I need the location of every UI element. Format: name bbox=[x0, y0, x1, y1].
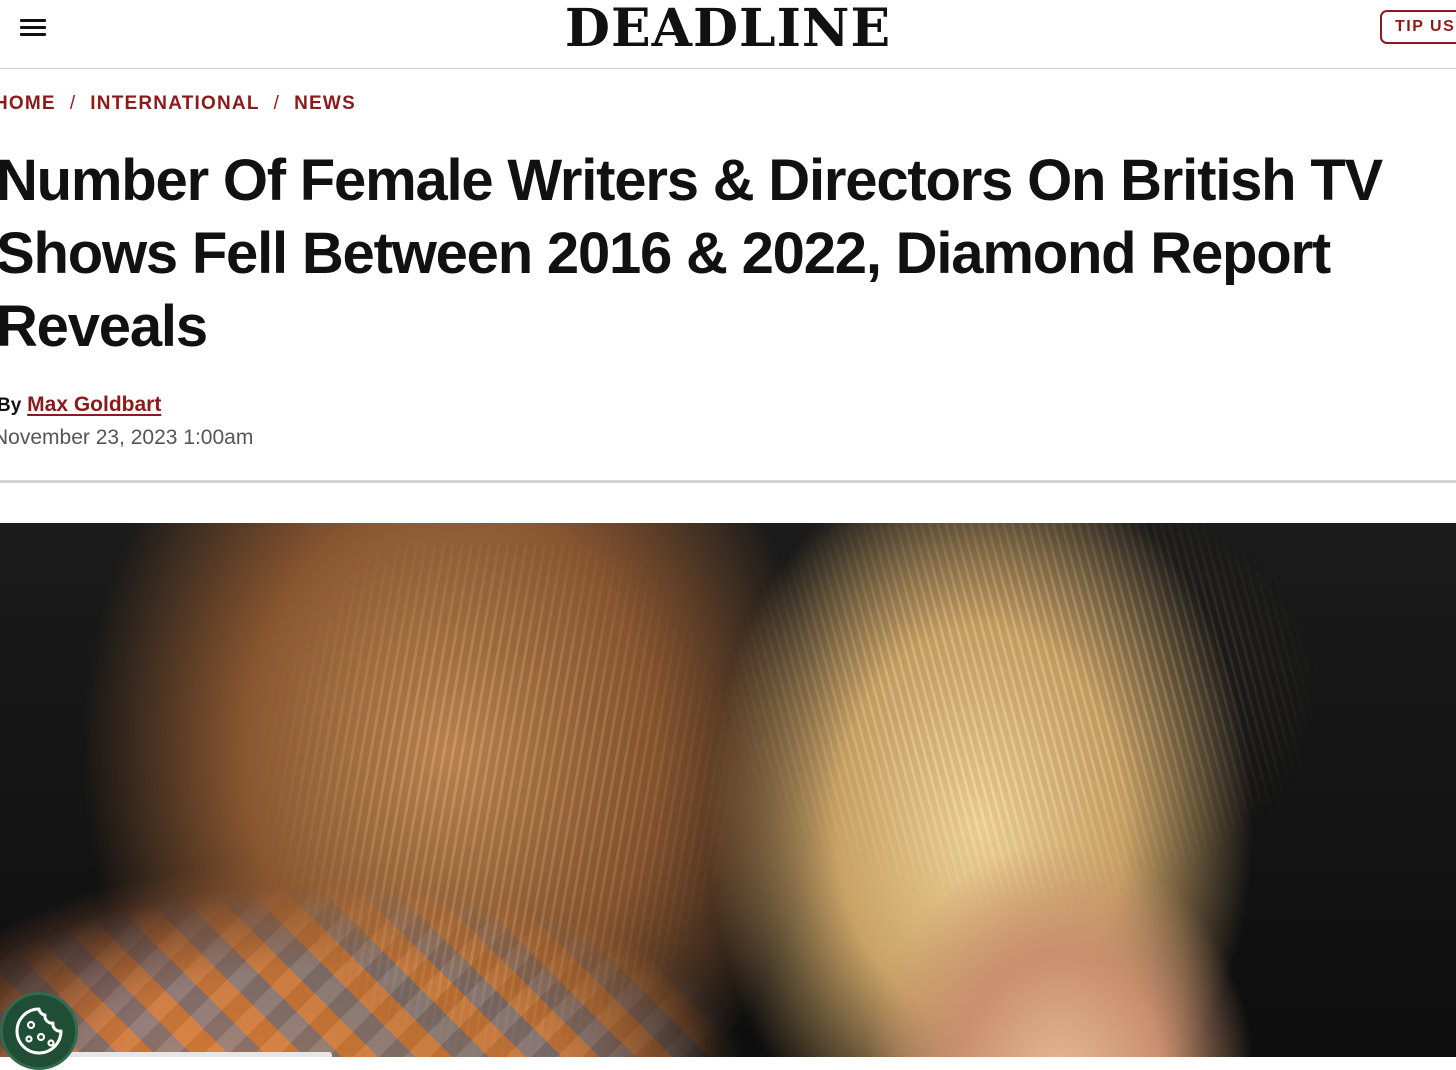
byline: By Max Goldbart bbox=[0, 392, 161, 419]
cookie-banner-edge bbox=[60, 1052, 332, 1057]
blond-hair-shape bbox=[720, 523, 1320, 923]
hero-photo bbox=[0, 523, 1456, 1057]
byline-label: By bbox=[0, 395, 22, 416]
site-logo-wrapper: DEADLINE bbox=[0, 0, 1456, 58]
cookie-icon bbox=[15, 1007, 63, 1055]
brown-hair-shape bbox=[260, 543, 780, 1057]
menu-line bbox=[20, 33, 46, 36]
menu-line bbox=[20, 19, 46, 22]
site-header: DEADLINE TIP US bbox=[0, 0, 1456, 69]
breadcrumb-news[interactable]: NEWS bbox=[294, 93, 356, 114]
menu-line bbox=[20, 26, 46, 29]
site-logo[interactable]: DEADLINE bbox=[565, 0, 891, 59]
publish-date: November 23, 2023 1:00am bbox=[0, 426, 254, 449]
breadcrumb: HOME / INTERNATIONAL / NEWS bbox=[0, 92, 356, 116]
hamburger-menu-icon[interactable] bbox=[20, 17, 48, 39]
cookie-settings-button[interactable] bbox=[0, 992, 78, 1070]
tip-us-button[interactable]: TIP US bbox=[1380, 10, 1456, 44]
breadcrumb-international[interactable]: INTERNATIONAL bbox=[90, 93, 259, 114]
breadcrumb-home[interactable]: HOME bbox=[0, 93, 56, 114]
breadcrumb-separator: / bbox=[273, 93, 281, 114]
author-link[interactable]: Max Goldbart bbox=[27, 393, 161, 416]
article-headline: Number Of Female Writers & Directors On … bbox=[0, 148, 1383, 359]
breadcrumb-separator: / bbox=[69, 93, 77, 114]
divider bbox=[0, 480, 1456, 483]
